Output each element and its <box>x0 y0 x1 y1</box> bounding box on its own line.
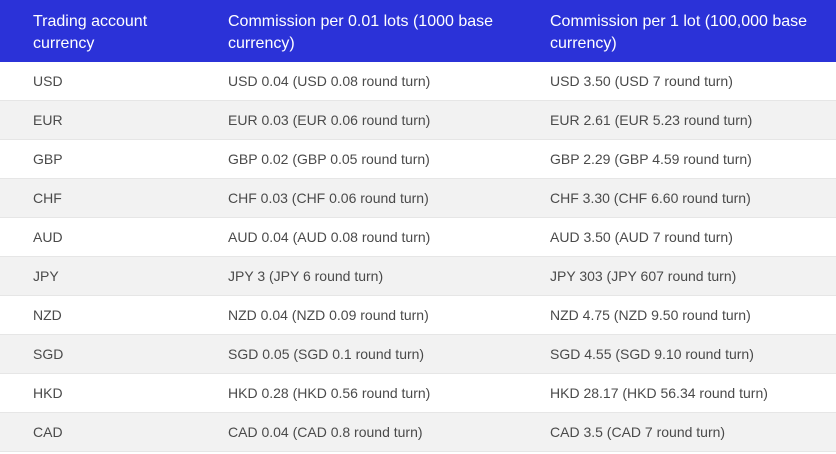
table-row: GBP GBP 0.02 (GBP 0.05 round turn) GBP 2… <box>0 139 836 179</box>
cell-commission-001-lots: EUR 0.03 (EUR 0.06 round turn) <box>195 100 517 140</box>
table-row: USD USD 0.04 (USD 0.08 round turn) USD 3… <box>0 62 836 101</box>
cell-currency: EUR <box>0 100 195 140</box>
cell-commission-1-lot: USD 3.50 (USD 7 round turn) <box>517 62 836 101</box>
cell-commission-1-lot: CAD 3.5 (CAD 7 round turn) <box>517 412 836 452</box>
cell-currency: CAD <box>0 412 195 452</box>
cell-commission-001-lots: AUD 0.04 (AUD 0.08 round turn) <box>195 217 517 257</box>
table-row: AUD AUD 0.04 (AUD 0.08 round turn) AUD 3… <box>0 217 836 257</box>
table-row: JPY JPY 3 (JPY 6 round turn) JPY 303 (JP… <box>0 256 836 296</box>
cell-commission-001-lots: HKD 0.28 (HKD 0.56 round turn) <box>195 373 517 413</box>
table-row: HKD HKD 0.28 (HKD 0.56 round turn) HKD 2… <box>0 373 836 413</box>
cell-commission-001-lots: NZD 0.04 (NZD 0.09 round turn) <box>195 295 517 335</box>
cell-commission-001-lots: GBP 0.02 (GBP 0.05 round turn) <box>195 139 517 179</box>
header-row: Trading account currency Commission per … <box>0 0 836 62</box>
cell-currency: USD <box>0 62 195 101</box>
cell-currency: GBP <box>0 139 195 179</box>
table-row: EUR EUR 0.03 (EUR 0.06 round turn) EUR 2… <box>0 100 836 140</box>
commission-table: Trading account currency Commission per … <box>0 0 836 452</box>
cell-commission-1-lot: EUR 2.61 (EUR 5.23 round turn) <box>517 100 836 140</box>
cell-currency: CHF <box>0 178 195 218</box>
cell-currency: AUD <box>0 217 195 257</box>
cell-commission-1-lot: HKD 28.17 (HKD 56.34 round turn) <box>517 373 836 413</box>
cell-commission-001-lots: SGD 0.05 (SGD 0.1 round turn) <box>195 334 517 374</box>
table-header: Trading account currency Commission per … <box>0 0 836 62</box>
cell-commission-1-lot: NZD 4.75 (NZD 9.50 round turn) <box>517 295 836 335</box>
cell-commission-001-lots: CAD 0.04 (CAD 0.8 round turn) <box>195 412 517 452</box>
cell-commission-1-lot: JPY 303 (JPY 607 round turn) <box>517 256 836 296</box>
table-row: SGD SGD 0.05 (SGD 0.1 round turn) SGD 4.… <box>0 334 836 374</box>
cell-commission-1-lot: SGD 4.55 (SGD 9.10 round turn) <box>517 334 836 374</box>
cell-commission-001-lots: JPY 3 (JPY 6 round turn) <box>195 256 517 296</box>
cell-currency: HKD <box>0 373 195 413</box>
table-body: USD USD 0.04 (USD 0.08 round turn) USD 3… <box>0 62 836 452</box>
cell-currency: NZD <box>0 295 195 335</box>
cell-commission-1-lot: CHF 3.30 (CHF 6.60 round turn) <box>517 178 836 218</box>
header-commission-per-1-lot: Commission per 1 lot (100,000 base curre… <box>517 0 836 62</box>
cell-commission-1-lot: AUD 3.50 (AUD 7 round turn) <box>517 217 836 257</box>
header-trading-account-currency: Trading account currency <box>0 0 195 62</box>
cell-currency: JPY <box>0 256 195 296</box>
table-row: NZD NZD 0.04 (NZD 0.09 round turn) NZD 4… <box>0 295 836 335</box>
table-row: CHF CHF 0.03 (CHF 0.06 round turn) CHF 3… <box>0 178 836 218</box>
cell-commission-001-lots: CHF 0.03 (CHF 0.06 round turn) <box>195 178 517 218</box>
cell-currency: SGD <box>0 334 195 374</box>
cell-commission-001-lots: USD 0.04 (USD 0.08 round turn) <box>195 62 517 101</box>
table-row: CAD CAD 0.04 (CAD 0.8 round turn) CAD 3.… <box>0 412 836 452</box>
header-commission-per-001-lots: Commission per 0.01 lots (1000 base curr… <box>195 0 517 62</box>
cell-commission-1-lot: GBP 2.29 (GBP 4.59 round turn) <box>517 139 836 179</box>
